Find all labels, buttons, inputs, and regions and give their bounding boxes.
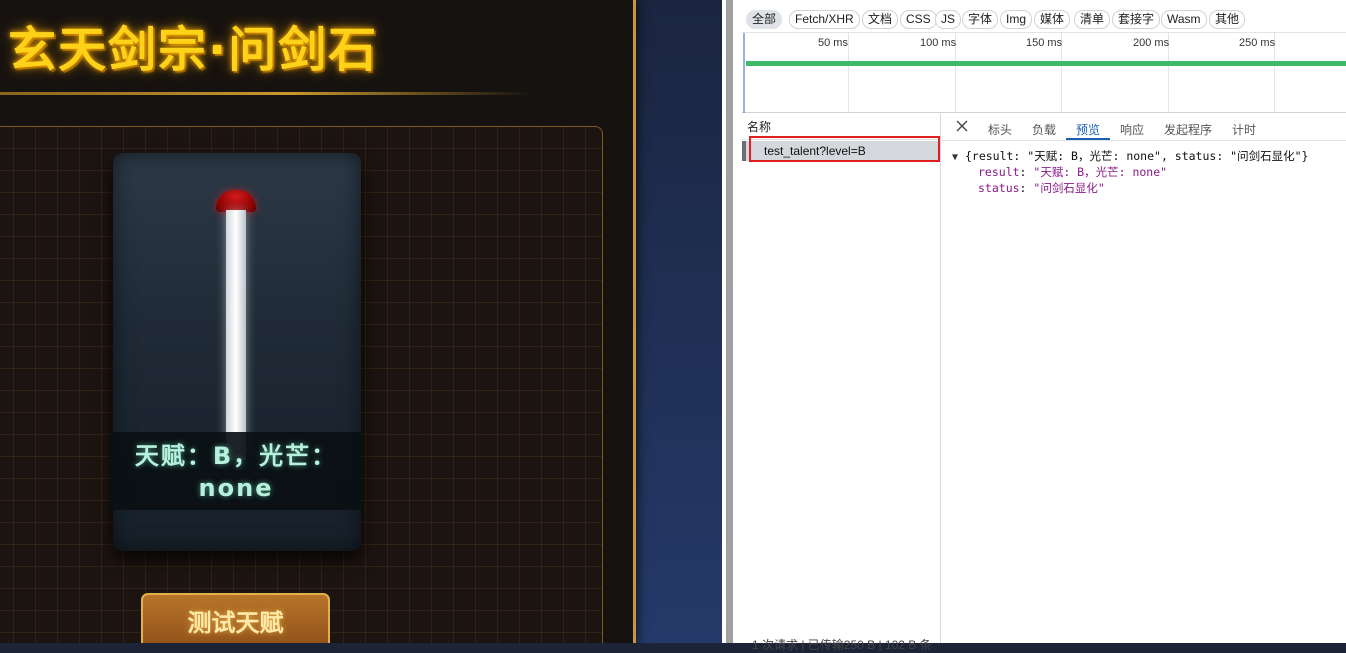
close-icon[interactable] (954, 118, 970, 134)
splitter-handle[interactable] (726, 0, 733, 643)
timeline-request-bar (746, 61, 1346, 66)
json-key: result (978, 165, 1020, 179)
filter-wasm[interactable]: Wasm (1161, 10, 1207, 29)
filter-socket[interactable]: 套接字 (1112, 10, 1161, 29)
result-banner: 天赋：B，光芒：none (110, 432, 362, 510)
json-string-value: "天赋: B，光芒: none" (1033, 165, 1168, 179)
test-talent-button[interactable]: 测试天赋 (141, 593, 330, 643)
filter-all[interactable]: 全部 (746, 10, 783, 29)
json-property-status: status: "问剑石显化" (978, 180, 1105, 196)
json-string-value: "问剑石显化" (1033, 181, 1105, 195)
json-colon: : (1019, 181, 1034, 195)
filter-doc[interactable]: 文档 (862, 10, 899, 29)
tab-response[interactable]: 响应 (1120, 121, 1144, 138)
annotation-highlight-box (749, 136, 940, 162)
filter-fetch-xhr[interactable]: Fetch/XHR (789, 10, 860, 29)
filter-font[interactable]: 字体 (962, 10, 999, 29)
timeline-tick-label: 150 ms (1026, 37, 1063, 49)
request-list: 名称 test_talent?level=B 1 次请求 | 已传输250 B … (742, 114, 941, 652)
sword-blade-icon (226, 210, 246, 460)
json-property-result: result: "天赋: B，光芒: none" (978, 164, 1167, 180)
title-divider (0, 92, 530, 95)
timeline-overview[interactable]: 50 ms 100 ms 150 ms 200 ms 250 ms (742, 33, 1346, 113)
filter-img[interactable]: Img (1000, 10, 1033, 29)
tab-initiator[interactable]: 发起程序 (1164, 121, 1212, 138)
json-colon: : (1019, 165, 1034, 179)
filter-other[interactable]: 其他 (1209, 10, 1246, 29)
tab-preview[interactable]: 预览 (1076, 121, 1100, 138)
filter-media[interactable]: 媒体 (1034, 10, 1071, 29)
timeline-start-marker (743, 33, 745, 113)
page-title: 玄天剑宗·问剑石 (8, 22, 379, 78)
filter-js[interactable]: JS (935, 10, 962, 29)
filter-bar: 全部 Fetch/XHR 文档 CSS JS 字体 Img 媒体 清单 套接字 … (742, 0, 1346, 33)
devtools-network-panel: 全部 Fetch/XHR 文档 CSS JS 字体 Img 媒体 清单 套接字 … (742, 0, 1346, 652)
tab-payload[interactable]: 负载 (1032, 121, 1056, 138)
filter-css[interactable]: CSS (900, 10, 937, 29)
talent-result-text: 天赋：B，光芒：none (134, 442, 338, 502)
json-summary: {result: "天赋: B，光芒: none", status: "问剑石显… (964, 149, 1309, 163)
expand-triangle-icon[interactable]: ▼ (952, 152, 958, 163)
active-tab-underline (1066, 138, 1110, 140)
tab-headers[interactable]: 标头 (988, 121, 1012, 138)
game-panel: 玄天剑宗·问剑石 天赋：B，光芒：none 测试天赋 (0, 0, 636, 643)
timeline-gridline (848, 33, 849, 113)
network-summary: 1 次请求 | 已传输250 B | 102 B 条 (752, 638, 932, 652)
game-viewport: 玄天剑宗·问剑石 天赋：B，光芒：none 测试天赋 (0, 0, 722, 643)
timeline-tick-label: 200 ms (1133, 37, 1170, 49)
detail-tab-bar: 标头 负载 预览 响应 发起程序 计时 (942, 114, 1346, 141)
selection-indicator (742, 141, 746, 161)
timeline-tick-label: 100 ms (920, 37, 957, 49)
tab-timing[interactable]: 计时 (1232, 121, 1256, 138)
request-detail-pane: 标头 负载 预览 响应 发起程序 计时 ▼ {result: "天赋: B，光芒… (942, 114, 1346, 643)
filter-manifest[interactable]: 清单 (1074, 10, 1111, 29)
json-key: status (978, 181, 1020, 195)
timeline-tick-label: 250 ms (1239, 37, 1276, 49)
timeline-tick-label: 50 ms (818, 37, 848, 49)
